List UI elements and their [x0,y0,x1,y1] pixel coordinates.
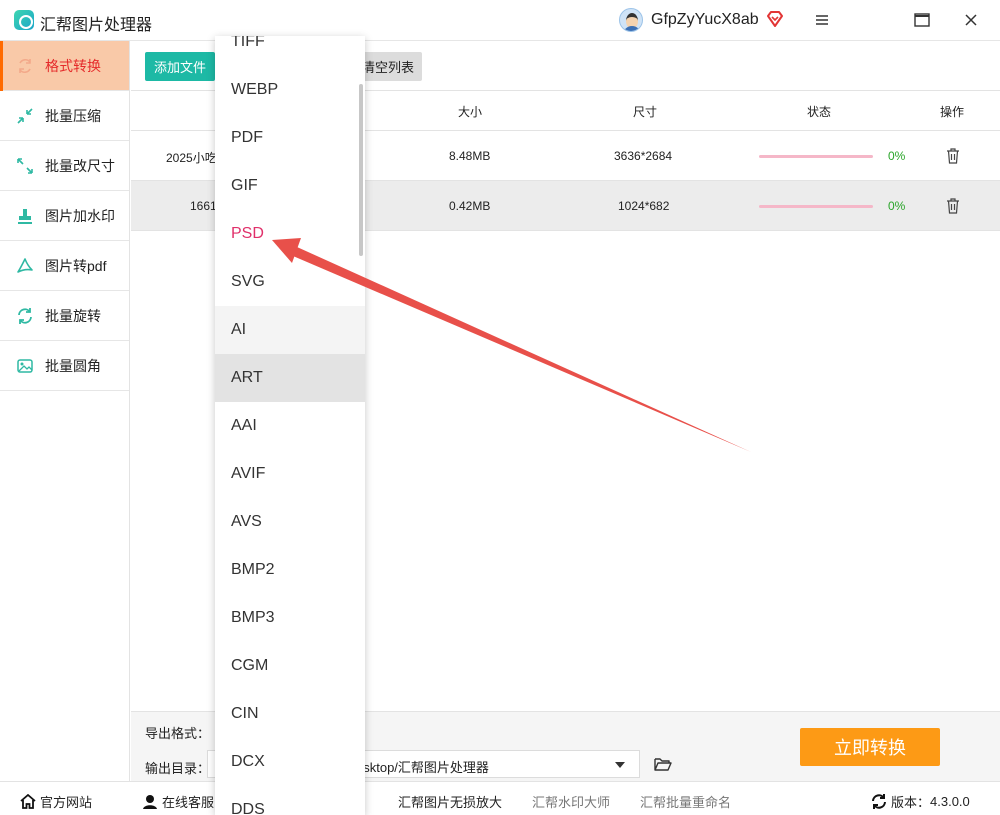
sidebar-item-label: 格式转换 [45,57,101,74]
format-option[interactable]: AI [215,306,365,354]
file-name: 2025小吃 [166,151,217,165]
progress-bar [759,155,873,158]
sidebar: 格式转换 批量压缩 批量改尺寸 图片加水印 图片转pdf 批量旋转 批量圆角 [0,41,130,781]
sidebar-item-round-corner[interactable]: 批量圆角 [0,341,129,391]
file-dims: 1024*682 [618,199,670,213]
convert-now-button[interactable]: 立即转换 [800,728,940,766]
format-option[interactable]: CIN [215,690,365,738]
sidebar-item-label: 批量改尺寸 [45,157,115,174]
file-size: 8.48MB [449,149,491,163]
app-title: 汇帮图片处理器 [40,17,153,34]
refresh-icon [872,794,886,809]
format-option[interactable]: AVIF [215,450,365,498]
format-option[interactable]: BMP2 [215,546,365,594]
maximize-icon[interactable] [912,10,932,30]
format-option[interactable]: CGM [215,642,365,690]
progress-text: 0% [888,149,906,163]
online-support-link[interactable]: 在线客服 [142,792,214,811]
pdf-icon [17,257,33,273]
sidebar-item-label: 图片加水印 [45,207,115,224]
delete-icon[interactable] [946,198,960,214]
format-dropdown-list[interactable]: TIFF WEBP PDF GIF PSD SVG AI ART AAI AVI… [215,36,365,815]
user-avatar[interactable] [619,8,643,32]
file-dims: 3636*2684 [614,149,673,163]
format-option[interactable]: BMP3 [215,594,365,642]
sidebar-item-label: 批量圆角 [45,357,101,374]
status-bar: 官方网站 在线客服 汇帮图片无损放大 汇帮水印大师 汇帮批量重命名 版本： 4.… [0,781,1000,815]
version-label: 版本： [891,795,931,810]
file-name: 1661 [190,199,217,213]
watermark-master-link[interactable]: 汇帮水印大师 [532,792,610,811]
format-convert-icon [19,58,31,73]
add-file-button[interactable]: 添加文件 [145,52,215,81]
chevron-down-icon[interactable] [615,762,625,768]
format-option[interactable]: AVS [215,498,365,546]
official-website-link[interactable]: 官方网站 [20,792,92,811]
sidebar-item-format-convert[interactable]: 格式转换 [0,41,129,91]
menu-icon[interactable] [812,10,832,30]
column-header-status: 状态 [807,105,832,119]
format-option[interactable]: TIFF [215,36,365,66]
delete-icon[interactable] [946,148,960,164]
support-agent-icon [143,795,157,809]
sidebar-item-label: 批量旋转 [45,307,101,324]
online-support-label: 在线客服 [162,795,215,810]
resize-icon [17,157,33,174]
format-option-selected[interactable]: PSD [215,210,365,258]
clear-list-button[interactable]: 清空列表 [358,52,422,81]
compress-icon [17,107,33,124]
version-info[interactable]: 版本： 4.3.0.0 [871,792,970,811]
export-format-label: 导出格式： [145,726,211,741]
output-dir-value: esktop/汇帮图片处理器 [356,760,489,775]
format-option[interactable]: SVG [215,258,365,306]
dropdown-scrollbar[interactable] [359,84,363,256]
format-option[interactable]: GIF [215,162,365,210]
progress-bar [759,205,873,208]
sidebar-item-rotate[interactable]: 批量旋转 [0,291,129,341]
version-number: 4.3.0.0 [930,794,970,809]
sidebar-item-resize[interactable]: 批量改尺寸 [0,141,129,191]
progress-text: 0% [888,199,906,213]
title-bar: 汇帮图片处理器 GfpZyYucX8ab [0,0,1000,41]
vip-diamond-icon[interactable] [766,10,784,28]
file-size: 0.42MB [449,199,491,213]
close-icon[interactable] [961,10,981,30]
watermark-icon [18,208,32,224]
format-option[interactable]: AAI [215,402,365,450]
output-dir-label: 输出目录： [145,761,211,776]
column-header-dims: 尺寸 [633,105,658,119]
format-option[interactable]: WEBP [215,66,365,114]
format-option-hovered[interactable]: ART [215,354,365,402]
column-header-size: 大小 [458,105,483,119]
format-option[interactable]: DCX [215,738,365,786]
rotate-icon [18,307,32,324]
sidebar-item-to-pdf[interactable]: 图片转pdf [0,241,129,291]
round-corner-icon [17,358,33,373]
official-website-label: 官方网站 [40,795,93,810]
format-option[interactable]: PDF [215,114,365,162]
column-header-ops: 操作 [940,105,965,119]
sidebar-item-label: 图片转pdf [45,257,107,274]
folder-open-icon[interactable] [654,756,672,772]
sidebar-item-label: 批量压缩 [45,107,101,124]
app-logo-icon [14,10,34,30]
batch-rename-link[interactable]: 汇帮批量重命名 [640,792,731,811]
sidebar-item-watermark[interactable]: 图片加水印 [0,191,129,241]
sidebar-item-compress[interactable]: 批量压缩 [0,91,129,141]
home-icon [20,794,36,809]
username[interactable]: GfpZyYucX8ab [651,11,759,29]
format-option[interactable]: DDS [215,786,365,815]
upscale-link[interactable]: 汇帮图片无损放大 [398,792,502,811]
